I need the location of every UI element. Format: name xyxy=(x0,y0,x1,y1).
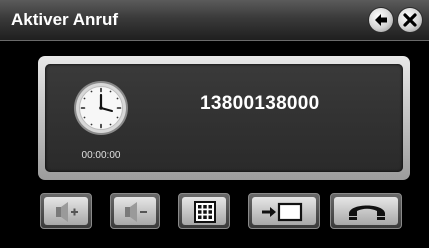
keypad-button[interactable] xyxy=(178,193,230,229)
volume-down-button[interactable] xyxy=(110,193,160,229)
transfer-button[interactable] xyxy=(248,193,320,229)
title-bar: Aktiver Anruf xyxy=(0,0,429,41)
close-icon xyxy=(403,13,417,27)
speaker-minus-icon xyxy=(125,202,147,222)
window-title: Aktiver Anruf xyxy=(11,10,119,29)
transfer-arrow-icon xyxy=(262,202,303,222)
back-button[interactable] xyxy=(369,8,393,32)
hangup-handset-icon xyxy=(349,205,385,220)
close-button[interactable] xyxy=(398,8,422,32)
volume-up-button[interactable] xyxy=(40,193,92,229)
keypad-icon xyxy=(194,201,216,223)
back-arrow-icon xyxy=(375,14,387,26)
hangup-button[interactable] xyxy=(330,193,402,229)
call-duration: 00:00:00 xyxy=(81,150,121,161)
speaker-plus-icon xyxy=(56,202,78,222)
phone-number: 13800138000 xyxy=(200,93,320,114)
clock-icon xyxy=(74,81,128,135)
